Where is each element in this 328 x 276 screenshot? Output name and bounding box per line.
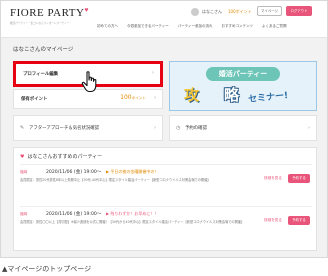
after-approach-label: アフターアプローチ＆気名状況確認 <box>29 126 100 131</box>
user-name: はなこさん <box>202 9 222 14</box>
main-nav: 初めての方へ 今週参加できるパーティー パーティー参加の流れ おすすめコンテンツ… <box>97 24 296 29</box>
nav-item-this-week[interactable]: 今週参加できるパーティー <box>127 24 169 29</box>
event-badge: ▶ 平日の夜の金曜開催中の！ <box>106 169 159 174</box>
banner-seminar: セミナー! <box>247 90 289 106</box>
event-area: 福岡 <box>20 170 28 174</box>
event-area: 福岡 <box>20 212 28 216</box>
figure-caption: ▲マイページのトップページ <box>2 265 92 273</box>
avatar <box>191 8 199 16</box>
hand-cursor-icon <box>81 71 97 93</box>
chevron-right-icon: › <box>154 125 156 131</box>
event-date: 2020/11/06 (金) 19:00〜 <box>46 212 102 217</box>
page-title: はなこさんのマイページ <box>13 47 74 53</box>
nav-item-contents[interactable]: おすすめコンテンツ <box>222 24 254 29</box>
detail-link[interactable]: 詳細を見る <box>264 218 282 223</box>
chevron-right-icon: › <box>154 95 156 101</box>
heart-icon: ♥ <box>84 6 90 14</box>
nav-item-flow[interactable]: パーティー参加の流れ <box>178 24 213 29</box>
event-description[interactable]: 会員限定：男性〇〇以上【貸切型】※最少連続を公式に開催！【30代から40代中心】… <box>20 220 260 241</box>
heart-icon: ♥ <box>20 154 25 160</box>
clock-icon: ◷ <box>176 125 181 131</box>
list-item: 福岡 2020/11/06 (金) 19:00〜 ▶ 平日の夜の金曜開催中の！ … <box>20 164 312 204</box>
points-label: 保有ポイント <box>21 97 48 102</box>
nav-item-faq[interactable]: よくあるご質問 <box>262 24 287 29</box>
logo-tagline: 婚活パーティー・街コンならフィオーレパーティー <box>10 22 70 25</box>
event-date: 2020/11/06 (金) 19:00〜 <box>46 170 102 175</box>
site-header: FIORE PARTY♥ 婚活パーティー・街コンならフィオーレパーティー はなこ… <box>1 1 327 38</box>
logout-button[interactable]: ログアウト <box>286 6 312 16</box>
recommend-section: ♥ はなこさんおすすめのパーティー 福岡 2020/11/06 (金) 19:00… <box>13 147 317 251</box>
event-description[interactable]: 会員限定：男性20代男性8年以上勤務中止【30代-40代中心】限定スタイル婚活パ… <box>20 178 260 199</box>
detail-link[interactable]: 詳細を見る <box>264 176 282 181</box>
seminar-banner[interactable]: 婚活パーティー 攻 略 セミナー! <box>169 61 317 111</box>
profile-edit-label: プロフィール編集 <box>23 72 59 77</box>
book-button[interactable]: 予約する <box>288 174 310 183</box>
screenshot-frame: FIORE PARTY♥ 婚活パーティー・街コンならフィオーレパーティー はなこ… <box>0 0 328 258</box>
book-button[interactable]: 予約する <box>288 216 310 225</box>
event-badge: ▶ 残りわずか！お早めに！！ <box>106 211 159 216</box>
banner-ryaku: 略 <box>224 86 240 104</box>
nav-item-first-time[interactable]: 初めての方へ <box>97 24 118 29</box>
site-logo[interactable]: FIORE PARTY♥ <box>10 6 90 19</box>
banner-kou: 攻 <box>184 86 200 104</box>
banner-pill: 婚活パーティー <box>206 67 280 81</box>
pencil-icon: ✎ <box>20 125 25 131</box>
after-approach-card[interactable]: ✎ アフターアプローチ＆気名状況確認 › <box>13 115 163 141</box>
chevron-right-icon: › <box>152 70 154 76</box>
section-title: ♥ はなこさんおすすめのパーティー <box>20 154 103 160</box>
points-value: 100ポイント <box>120 94 146 101</box>
reservation-label: 予約の確認 <box>185 126 207 131</box>
list-item: 福岡 2020/11/06 (金) 19:00〜 ▶ 残りわずか！お早めに！！ … <box>20 206 312 246</box>
reservation-card[interactable]: ◷ 予約の確認 › <box>169 115 317 141</box>
user-points: 100ポイント <box>228 9 252 14</box>
chevron-right-icon: › <box>308 125 310 131</box>
mypage-button[interactable]: マイページ <box>257 6 282 16</box>
